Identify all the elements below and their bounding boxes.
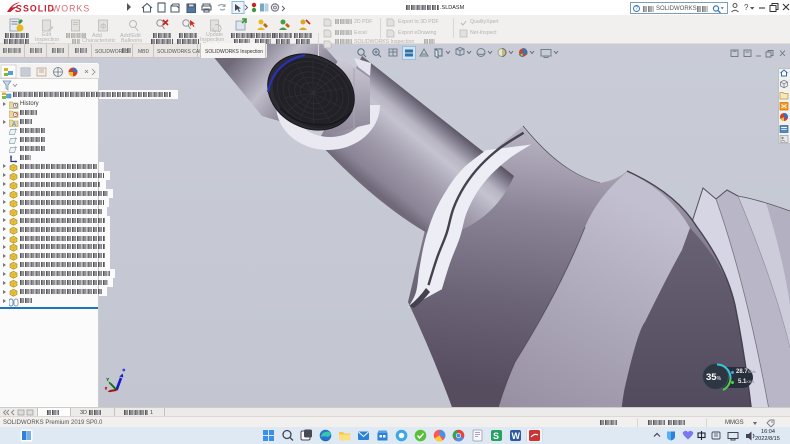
svg-text:?: ?	[744, 3, 749, 12]
svg-text:SOLID: SOLID	[23, 4, 55, 14]
svg-text:WORKS: WORKS	[52, 4, 90, 14]
svg-text:S: S	[493, 431, 499, 441]
svg-text:W: W	[512, 431, 521, 441]
svg-text:S: S	[15, 4, 22, 14]
svg-text:Φ: Φ	[100, 22, 106, 31]
